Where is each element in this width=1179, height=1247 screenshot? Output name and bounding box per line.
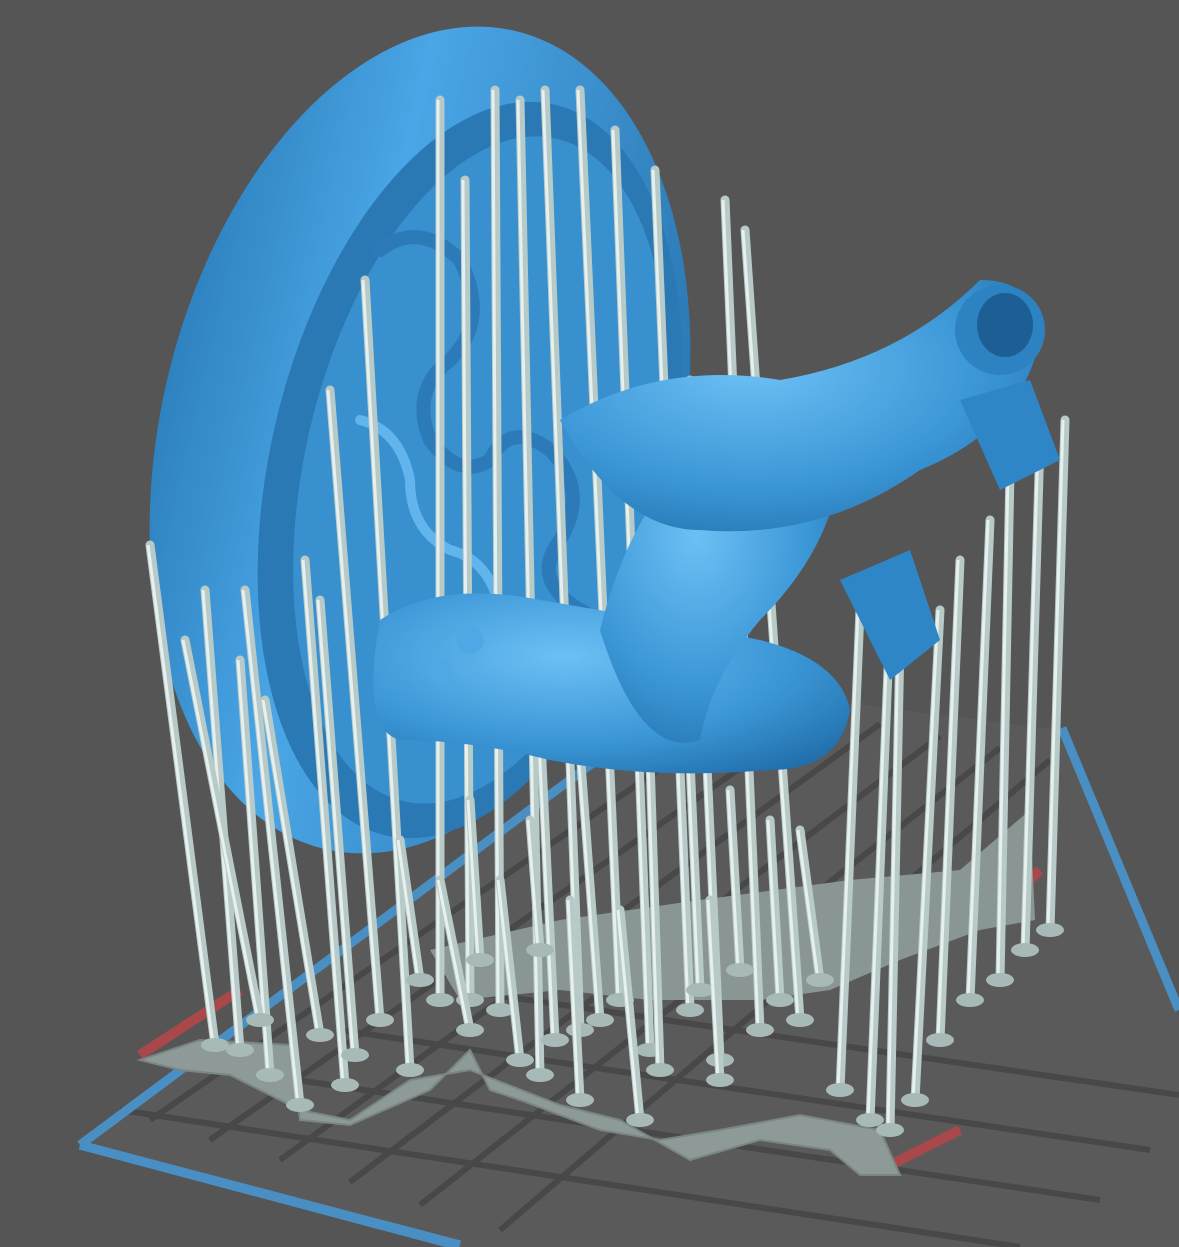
support-foot [526, 1068, 554, 1082]
support-foot [746, 1023, 774, 1037]
support-foot [956, 993, 984, 1007]
3d-viewport[interactable] [0, 0, 1179, 1247]
support-foot [426, 993, 454, 1007]
support-foot [766, 993, 794, 1007]
support-foot [456, 1023, 484, 1037]
support-foot [876, 1123, 904, 1137]
support-foot [341, 1048, 369, 1062]
support-foot [626, 1113, 654, 1127]
model-knuckle-2 [428, 658, 452, 682]
support-foot [286, 1098, 314, 1112]
support-foot [686, 983, 714, 997]
support-foot [566, 1093, 594, 1107]
support-foot [676, 1003, 704, 1017]
support-foot [201, 1038, 229, 1052]
support-foot [926, 1033, 954, 1047]
support-foot [856, 1113, 884, 1127]
support-foot [226, 1043, 254, 1057]
support-foot [901, 1093, 929, 1107]
support-foot [541, 1033, 569, 1047]
support-foot [306, 1028, 334, 1042]
support-foot [646, 1063, 674, 1077]
support-foot [256, 1068, 284, 1082]
support-foot [1011, 943, 1039, 957]
support-foot [506, 1053, 534, 1067]
support-foot [706, 1073, 734, 1087]
support-foot [586, 1013, 614, 1027]
model-knuckle [456, 626, 484, 654]
support-foot [1036, 923, 1064, 937]
support-foot [466, 953, 494, 967]
scene-canvas[interactable] [0, 0, 1179, 1247]
support-foot [246, 1013, 274, 1027]
support-foot [786, 1013, 814, 1027]
support-foot [726, 963, 754, 977]
support-foot [396, 1063, 424, 1077]
support-foot [526, 943, 554, 957]
support-foot [366, 1013, 394, 1027]
support-foot [406, 973, 434, 987]
support-foot [806, 973, 834, 987]
model-boot-opening [977, 293, 1033, 357]
support-foot [826, 1083, 854, 1097]
support-foot [331, 1078, 359, 1092]
support-foot [986, 973, 1014, 987]
